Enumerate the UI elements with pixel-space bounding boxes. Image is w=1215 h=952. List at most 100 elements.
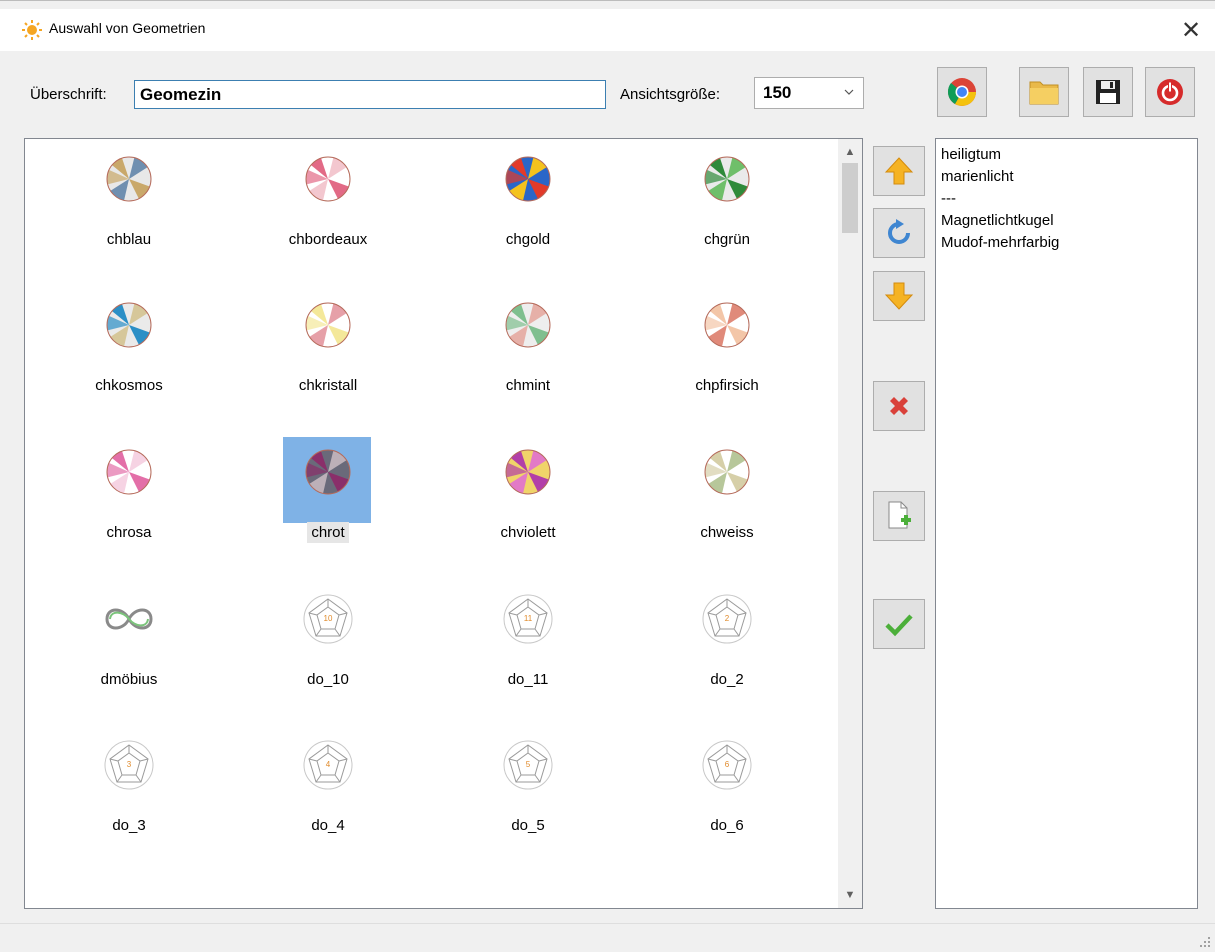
confirm-icon [885,614,913,637]
gallery-item-label: chpfirsich [627,377,827,394]
refresh-button[interactable] [873,208,925,258]
open-folder-button[interactable] [1019,67,1069,117]
scroll-up-icon[interactable]: ▲ [838,141,862,163]
scrollbar-thumb[interactable] [842,163,858,233]
exit-button[interactable] [1145,67,1195,117]
gallery-item-label: chbordeaux [228,231,428,248]
gallery-item-text: chviolett [500,524,556,541]
gallery-item-label: chblau [29,231,229,248]
list-item[interactable]: --- [941,188,1197,210]
mobius-icon [105,608,153,630]
window-title: Auswahl von Geometrien [49,20,206,36]
gallery-item-label: chrosa [29,524,229,541]
gallery-item-text: do_2 [710,671,744,688]
gallery-item[interactable]: chviolett [428,432,628,572]
svg-text:5: 5 [526,760,531,769]
chevron-down-icon [844,89,854,95]
svg-text:4: 4 [326,760,331,769]
ball-icon [505,449,551,495]
gallery-item[interactable]: chblau [29,139,229,279]
gallery-item[interactable]: chbordeaux [228,139,428,279]
move-up-button[interactable] [873,146,925,196]
list-item[interactable]: heiligtum [941,144,1197,166]
gallery-item-text: chblau [106,231,152,248]
dodecahedron-icon: 5 [503,740,553,790]
chrome-button[interactable] [937,67,987,117]
gallery-item-text: chpfirsich [695,377,759,394]
gallery-item[interactable]: 6 do_6 [627,725,827,865]
gallery-item-text: do_4 [311,817,345,834]
power-icon [1157,79,1183,105]
close-button[interactable]: ✕ [1167,9,1215,51]
gallery-item[interactable]: chpfirsich [627,285,827,425]
delete-button[interactable] [873,381,925,431]
gallery-item-label: chmint [428,377,628,394]
gallery-item[interactable]: chweiss [627,432,827,572]
gallery-item[interactable]: chrot [228,432,428,572]
gallery-item-text: chweiss [700,524,754,541]
title-bar: Auswahl von Geometrien ✕ [0,9,1215,51]
gallery-item-label: do_11 [428,671,628,688]
ball-icon [505,302,551,348]
gallery-item-label: chviolett [428,524,628,541]
view-size-label: Ansichtsgröße: [620,86,721,103]
sun-icon [22,20,42,40]
gallery-item-label: do_3 [29,817,229,834]
gallery-item-text: chkosmos [95,377,163,394]
gallery-item-text: chbordeaux [288,231,368,248]
gallery-item[interactable]: chgold [428,139,628,279]
move-down-icon [884,282,914,310]
view-size-select[interactable]: 150 [754,77,864,109]
gallery-item-text: chrosa [106,524,152,541]
gallery-item[interactable]: chgrün [627,139,827,279]
move-down-button[interactable] [873,271,925,321]
heading-input[interactable] [134,80,606,109]
gallery-item[interactable]: 2 do_2 [627,579,827,719]
gallery-item[interactable]: chkristall [228,285,428,425]
refresh-icon [888,219,910,244]
ball-icon [305,449,351,495]
chrome-icon [947,78,976,106]
gallery-item[interactable]: chrosa [29,432,229,572]
gallery-item[interactable]: chmint [428,285,628,425]
list-item[interactable]: marienlicht [941,166,1197,188]
gallery-item-label: chkosmos [29,377,229,394]
ball-icon [704,302,750,348]
dialog-window: Auswahl von Geometrien ✕ Überschrift: An… [0,0,1215,952]
dodecahedron-icon: 10 [303,594,353,644]
scroll-down-icon[interactable]: ▼ [838,884,862,906]
geometry-gallery[interactable]: chblau chbordeaux chgold chgrün chkosmos… [24,138,863,909]
gallery-item[interactable]: chkosmos [29,285,229,425]
close-icon: ✕ [1180,16,1202,44]
svg-text:3: 3 [127,760,132,769]
gallery-item[interactable]: 3 do_3 [29,725,229,865]
status-bar [0,923,1215,952]
ball-icon [505,156,551,202]
gallery-item[interactable]: 4 do_4 [228,725,428,865]
confirm-button[interactable] [873,599,925,649]
move-up-icon [884,157,914,185]
gallery-item-text: chrot [307,522,349,543]
new-entry-button[interactable] [873,491,925,541]
gallery-item[interactable]: 10 do_10 [228,579,428,719]
gallery-item-text: chmint [505,377,551,394]
gallery-item[interactable]: 11 do_11 [428,579,628,719]
gallery-item-text: dmöbius [100,671,158,688]
gallery-item-text: chkristall [298,377,358,394]
gallery-item-label: do_5 [428,817,628,834]
ball-icon [305,302,351,348]
selected-list[interactable]: heiligtum marienlicht --- Magnetlichtkug… [935,138,1198,909]
gallery-item-label: dmöbius [29,671,229,688]
svg-text:6: 6 [725,760,730,769]
save-icon [1096,80,1120,104]
gallery-item[interactable]: 5 do_5 [428,725,628,865]
heading-label: Überschrift: [30,86,107,103]
resize-grip-icon[interactable] [1199,936,1211,948]
svg-text:10: 10 [324,614,333,623]
gallery-item[interactable]: dmöbius [29,579,229,719]
list-item[interactable]: Mudof-mehrfarbig [941,232,1197,254]
ball-icon [305,156,351,202]
save-button[interactable] [1083,67,1133,117]
vertical-scrollbar[interactable]: ▲ ▼ [838,139,862,908]
list-item[interactable]: Magnetlichtkugel [941,210,1197,232]
